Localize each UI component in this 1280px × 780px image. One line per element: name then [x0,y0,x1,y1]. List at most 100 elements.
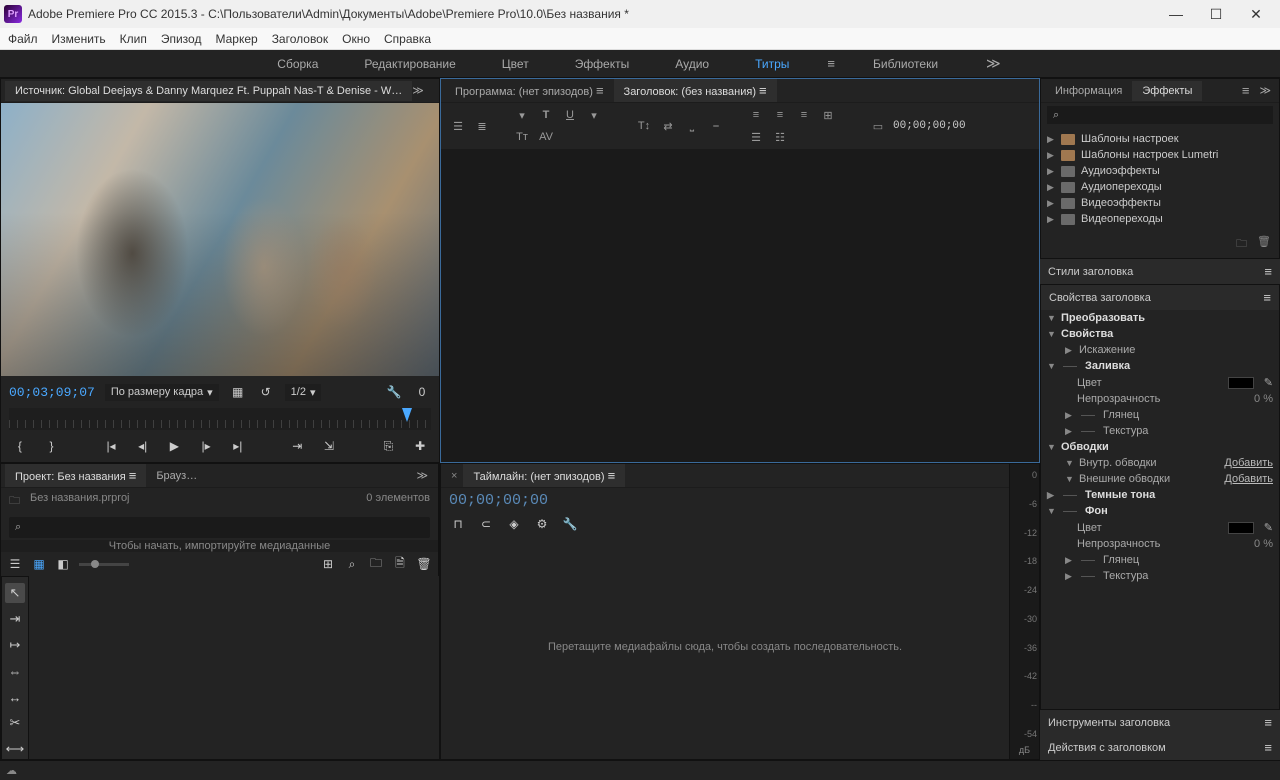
prop-fill[interactable]: ▼Заливка [1041,358,1279,374]
prop-inner-strokes[interactable]: ▼Внутр. обводкиДобавить [1041,455,1279,471]
workspace-effects[interactable]: Эффекты [567,53,638,75]
prop-fill-opacity[interactable]: Непрозрачность0 % [1041,391,1279,407]
track-select-tool[interactable]: ⇥ [5,609,25,629]
project-bin-empty[interactable]: Чтобы начать, импортируйте медиаданные [1,540,438,552]
razor-tool[interactable]: ✂ [5,713,25,733]
distribute-v-icon[interactable]: ☰ [747,129,765,145]
folder-presets[interactable]: ▶Шаблоны настроек [1043,131,1277,147]
prop-fill-texture[interactable]: ▶Текстура [1041,423,1279,439]
clear-icon[interactable]: 🗑 [416,555,432,573]
goto-in-button[interactable]: |◂ [100,437,122,455]
text-tool-icon[interactable]: T [537,107,555,123]
zoom-mode-dropdown[interactable]: По размеру кадра ▾ [105,384,219,401]
workspace-titles-menu-icon[interactable]: ≡ [827,56,835,71]
project-tab[interactable]: Проект: Без названия ≡ [5,464,146,487]
workspace-assembly[interactable]: Сборка [269,53,326,75]
title-styles-header[interactable]: Стили заголовка≡ [1040,259,1280,284]
prop-fill-color[interactable]: Цвет✎ [1041,374,1279,391]
menu-sequence[interactable]: Эпизод [161,32,202,46]
menu-clip[interactable]: Клип [120,32,147,46]
new-item-button[interactable]: 🗎 [392,555,408,573]
rate-stretch-tool[interactable]: ↔ [5,687,25,707]
ripple-edit-tool[interactable]: ↦ [5,635,25,655]
insert-button[interactable]: ⇥ [286,437,308,455]
cc-sync-icon[interactable]: ☁ [6,764,17,777]
workspace-color[interactable]: Цвет [494,53,537,75]
play-button[interactable]: ▶ [164,437,186,455]
program-tab[interactable]: Программа: (нет эпизодов) ≡ [445,79,614,102]
new-bin-icon[interactable]: 🗀 [1236,235,1247,254]
snap-icon[interactable]: ⊓ [449,515,467,533]
step-fwd-button[interactable]: |▸ [195,437,217,455]
delete-bin-icon[interactable]: 🗑 [1257,235,1271,254]
underline-icon[interactable]: U [561,107,579,123]
timeline-tab[interactable]: Таймлайн: (нет эпизодов) ≡ [463,464,625,487]
prop-bg-opacity[interactable]: Непрозрачность0 % [1041,536,1279,552]
freeform-view-icon[interactable]: ◧ [55,555,71,573]
titler-roll-icon[interactable]: ≣ [473,118,491,134]
resolution-dropdown[interactable]: 1/2 ▾ [285,384,322,401]
media-browser-tab[interactable]: Брауз… [146,466,207,486]
new-bin-button[interactable]: 🗀 [368,555,384,573]
workspace-audio[interactable]: Аудио [667,53,717,75]
titler-tab[interactable]: Заголовок: (без названия) ≡ [614,79,777,102]
folder-audiotrans[interactable]: ▶Аудиопереходы [1043,179,1277,195]
prop-outer-strokes[interactable]: ▼Внешние обводкиДобавить [1041,471,1279,487]
workspace-titles[interactable]: Титры [747,53,797,75]
baseline-icon[interactable]: ⎵ [683,118,701,134]
tl-wrench-icon[interactable]: 🔧 [561,515,579,533]
project-tab-overflow-icon[interactable]: ≫ [410,469,434,482]
align-left-icon[interactable]: ≡ [747,107,765,123]
font-dropdown[interactable]: ▾ [513,107,531,123]
prop-bg-color[interactable]: Цвет✎ [1041,519,1279,536]
list-view-icon[interactable]: ☰ [7,555,23,573]
project-search-input[interactable] [25,520,424,535]
timeline-drop-zone[interactable]: Перетащите медиафайлы сюда, чтобы создат… [441,535,1009,759]
close-button[interactable]: ✕ [1236,2,1276,26]
effects-search-input[interactable] [1047,106,1273,124]
folder-audiofx[interactable]: ▶Аудиоэффекты [1043,163,1277,179]
source-timecode[interactable]: 00;03;09;07 [9,385,95,400]
folder-videotrans[interactable]: ▶Видеопереходы [1043,211,1277,227]
selection-tool[interactable]: ↖ [5,583,25,603]
timeline-timecode[interactable]: 00;00;00;00 [441,488,1009,513]
kerning-icon[interactable]: AV [537,129,555,145]
prop-strokes[interactable]: ▼Обводки [1041,439,1279,455]
effects-tab-overflow-icon[interactable]: ≫ [1255,84,1275,97]
folder-lumetri[interactable]: ▶Шаблоны настроек Lumetri [1043,147,1277,163]
step-back-button[interactable]: ◂| [132,437,154,455]
button-editor-icon[interactable]: ✚ [409,437,431,455]
source-tab-overflow-icon[interactable]: ≫ [412,84,424,97]
prop-properties[interactable]: ▼Свойства [1041,326,1279,342]
rolling-edit-tool[interactable]: ⇔ [5,661,25,681]
distribute-h-icon[interactable]: ☷ [771,129,789,145]
wrench-icon[interactable]: 🔧 [385,383,403,401]
prop-bg-texture[interactable]: ▶Текстура [1041,568,1279,584]
prop-fill-sheen[interactable]: ▶Глянец [1041,407,1279,423]
overwrite-button[interactable]: ⇲ [318,437,340,455]
menu-help[interactable]: Справка [384,32,431,46]
align-right-icon[interactable]: ≡ [795,107,813,123]
menu-title[interactable]: Заголовок [272,32,328,46]
folder-videofx[interactable]: ▶Видеоэффекты [1043,195,1277,211]
tab-information[interactable]: Информация [1045,81,1132,101]
close-tab-icon[interactable]: × [445,470,463,482]
source-ruler[interactable] [9,408,431,430]
prop-transform[interactable]: ▼Преобразовать [1041,310,1279,326]
tl-settings-icon[interactable]: ⚙ [533,515,551,533]
tab-effects[interactable]: Эффекты [1132,81,1202,101]
prop-shadow[interactable]: ▶Темные тона [1041,487,1279,503]
titler-template-icon[interactable]: ☰ [449,118,467,134]
source-video-frame[interactable] [1,103,439,376]
width-underline-icon[interactable]: ⎯ [707,118,725,134]
source-tab[interactable]: Источник: Global Deejays & Danny Marquez… [5,81,412,101]
marker-add-icon[interactable]: ◈ [505,515,523,533]
maximize-button[interactable]: ☐ [1196,2,1236,26]
menu-marker[interactable]: Маркер [215,32,257,46]
tracking-icon[interactable]: ⇄ [659,118,677,134]
mark-out-button[interactable]: } [41,437,63,455]
mark-in-button[interactable]: { [9,437,31,455]
align-center-icon[interactable]: ≡ [771,107,789,123]
prop-distort[interactable]: ▶Искажение [1041,342,1279,358]
automate-icon[interactable]: ⊞ [320,555,336,573]
